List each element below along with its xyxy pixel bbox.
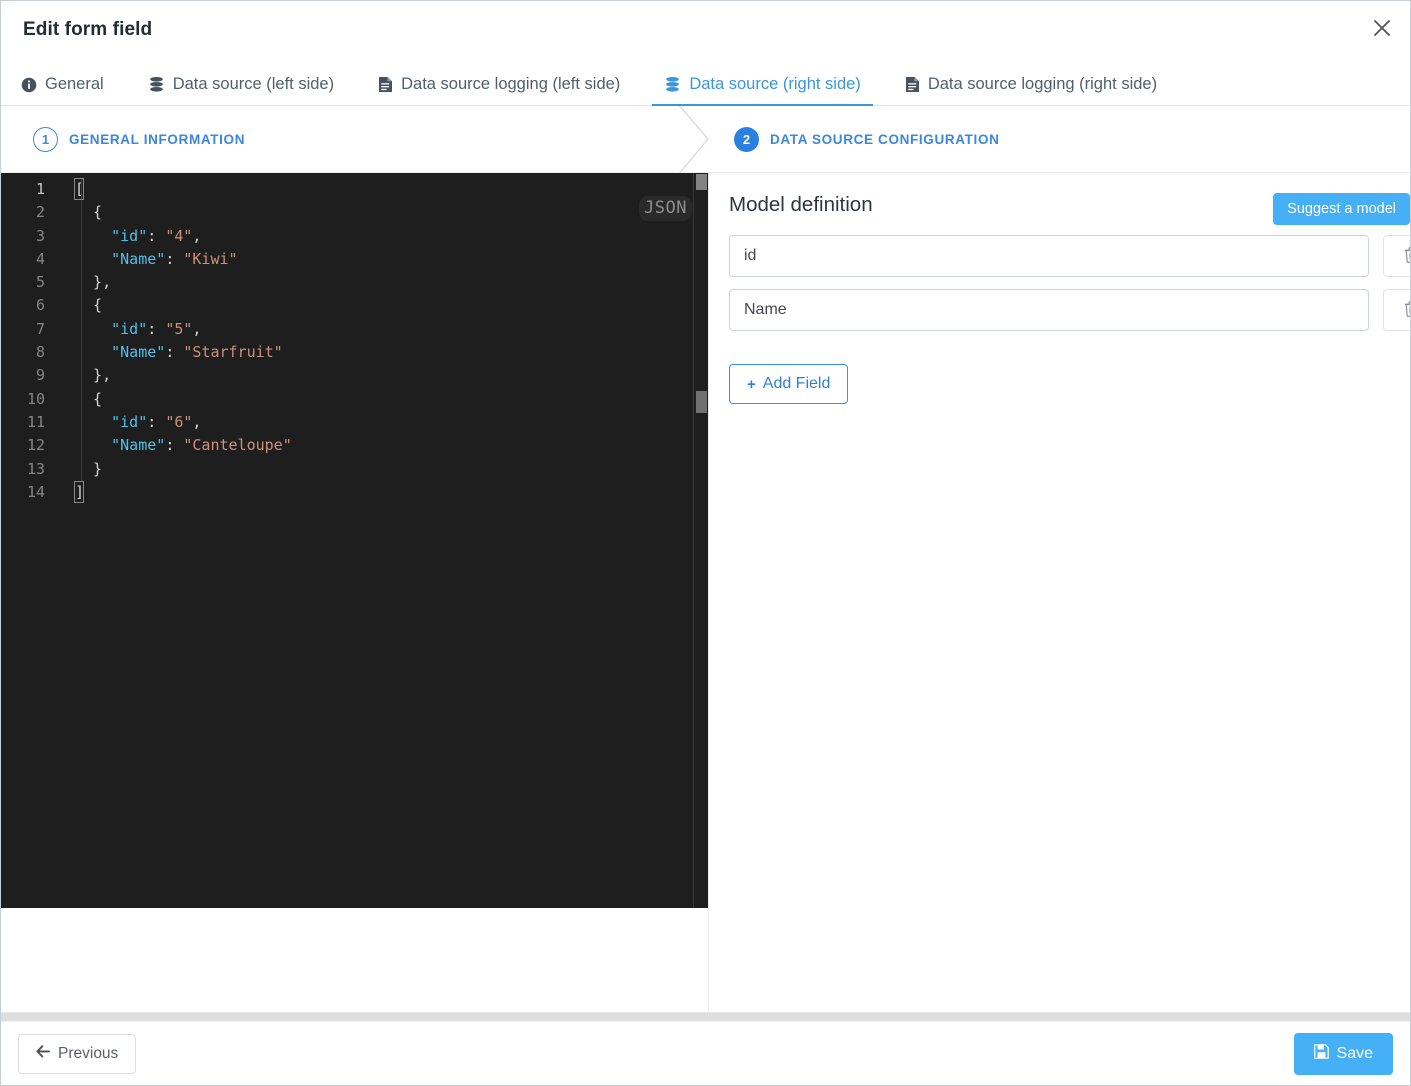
code-line-6: { (75, 296, 103, 315)
line-number: 2 (35, 203, 45, 222)
tab-data-source-logging-right-label: Data source logging (right side) (927, 75, 1158, 93)
floppy-disk-icon (1313, 1043, 1329, 1064)
tab-data-source-logging-left[interactable]: Data source logging (left side) (366, 75, 632, 105)
line-number: 8 (35, 343, 45, 362)
editor-vertical-scrollbar[interactable] (694, 173, 708, 908)
indent-guide (81, 178, 82, 481)
line-number: 4 (35, 249, 45, 268)
line-number: 1 (35, 180, 45, 198)
model-definition-title: Model definition (729, 193, 873, 216)
add-field-button[interactable]: + Add Field (729, 364, 849, 404)
trash-icon (1404, 246, 1410, 266)
previous-button[interactable]: Previous (18, 1033, 137, 1074)
bracket-match-close (74, 481, 84, 503)
code-line-14: ] (75, 482, 85, 501)
file-lines-icon (905, 76, 920, 93)
code-line-11: "id": "6", (111, 412, 202, 431)
code-line-3: "id": "4", (111, 226, 202, 245)
line-number: 3 (35, 226, 45, 245)
file-lines-icon (378, 76, 393, 93)
code-line-10: { (75, 389, 103, 408)
save-button[interactable]: Save (1293, 1032, 1393, 1075)
code-line-2: { (75, 203, 103, 222)
dialog-titlebar: Edit form field (1, 1, 1410, 58)
left-pane: 1 2 3 4 5 6 7 8 9 10 11 12 13 14 [{"id… (1, 173, 708, 1012)
info-circle-icon (21, 77, 37, 93)
code-line-12: "Name": "Canteloupe" (111, 436, 292, 455)
line-number: 6 (35, 296, 45, 315)
code-line-9: }, (75, 366, 112, 385)
dialog-footer: Previous Save (1, 1021, 1410, 1085)
line-number: 10 (26, 389, 45, 408)
delete-field-button[interactable] (1383, 235, 1410, 277)
delete-field-button[interactable] (1383, 289, 1410, 331)
line-number: 9 (35, 366, 45, 385)
code-line-13: } (75, 459, 103, 478)
code-line-4: "Name": "Kiwi" (111, 249, 238, 268)
add-field-label: Add Field (762, 375, 831, 392)
json-code-editor[interactable]: 1 2 3 4 5 6 7 8 9 10 11 12 13 14 [{"id… (1, 173, 708, 908)
step-label-1: GENERAL INFORMATION (69, 131, 246, 147)
model-field-row (729, 235, 1410, 277)
model-field-input-id[interactable] (729, 235, 1369, 277)
dialog-horizontal-scrollbar[interactable] (1, 1012, 1410, 1021)
code-line-5: }, (75, 273, 112, 292)
tab-data-source-logging-right[interactable]: Data source logging (right side) (893, 75, 1169, 105)
arrow-left-icon (36, 1044, 50, 1063)
editor-language-badge: JSON (639, 196, 692, 222)
tab-general[interactable]: General (9, 75, 116, 105)
tab-data-source-left[interactable]: Data source (left side) (136, 75, 346, 105)
editor-line-number-gutter: 1 2 3 4 5 6 7 8 9 10 11 12 13 14 (1, 173, 57, 908)
bracket-match-open (74, 178, 84, 200)
model-field-input-name[interactable] (729, 289, 1369, 331)
model-field-row (729, 289, 1410, 331)
line-number: 11 (26, 412, 45, 431)
previous-label: Previous (58, 1044, 119, 1062)
tab-data-source-right[interactable]: Data source (right side) (652, 75, 873, 106)
tab-bar: General Data source (left side) Data sou… (1, 58, 1410, 106)
wizard-step-data-source-configuration[interactable]: 2 DATA SOURCE CONFIGURATION (708, 106, 1410, 172)
scrollbar-thumb[interactable] (696, 174, 707, 190)
plus-icon: + (747, 375, 756, 393)
step-label-2: DATA SOURCE CONFIGURATION (770, 131, 1000, 147)
tab-general-label: General (45, 75, 104, 93)
tab-data-source-logging-left-label: Data source logging (left side) (401, 75, 621, 93)
close-icon[interactable] (1363, 9, 1401, 47)
model-definition-header: Model definition Suggest a model (729, 193, 1410, 235)
line-number: 14 (26, 482, 45, 501)
tab-data-source-right-label: Data source (right side) (689, 75, 861, 93)
line-number: 13 (26, 459, 45, 478)
code-line-8: "Name": "Starfruit" (111, 343, 283, 362)
code-line-1: [ (75, 180, 85, 198)
step-number-2: 2 (734, 126, 759, 152)
main-content: 1 2 3 4 5 6 7 8 9 10 11 12 13 14 [{"id… (1, 173, 1410, 1012)
save-label: Save (1336, 1044, 1373, 1062)
editor-code-area[interactable]: [ { "id": "4", "Name": "Kiwi" }, { "id":… (57, 173, 708, 908)
line-number: 12 (26, 436, 45, 455)
line-number: 5 (35, 273, 45, 292)
database-icon (664, 76, 681, 93)
edit-form-field-dialog: Edit form field General Data source (lef… (0, 0, 1411, 1086)
code-line-7: "id": "5", (111, 319, 202, 338)
page-title: Edit form field (23, 18, 153, 40)
scrollbar-marker[interactable] (696, 391, 707, 413)
wizard-step-bar: 1 GENERAL INFORMATION 2 DATA SOURCE CONF… (1, 106, 1410, 173)
line-number: 7 (35, 319, 45, 338)
tab-data-source-left-label: Data source (left side) (172, 75, 335, 93)
left-pane-filler (1, 908, 708, 1012)
suggest-a-model-button[interactable]: Suggest a model (1273, 193, 1410, 225)
step-number-1: 1 (33, 126, 58, 152)
trash-icon (1404, 300, 1410, 320)
model-definition-pane: Model definition Suggest a model id Name… (708, 173, 1410, 1012)
database-icon (148, 76, 165, 93)
wizard-step-general-information[interactable]: 1 GENERAL INFORMATION (1, 106, 708, 172)
